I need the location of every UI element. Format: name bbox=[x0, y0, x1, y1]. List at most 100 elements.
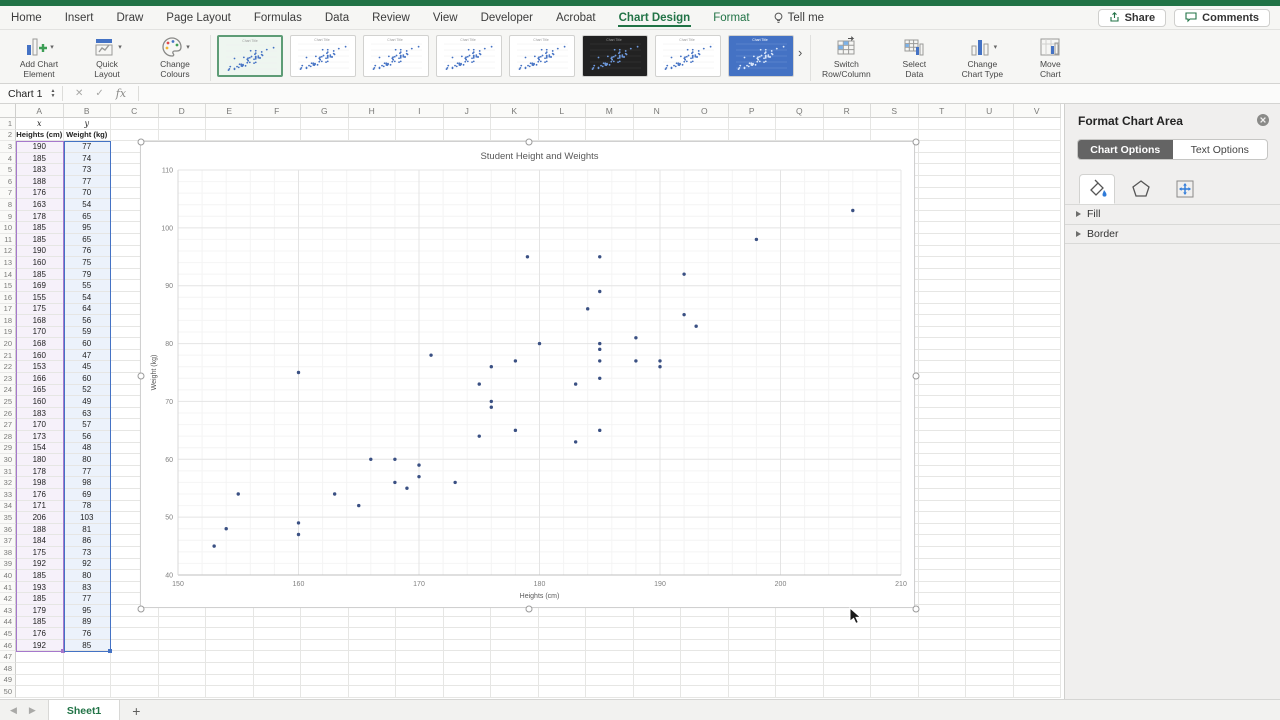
cell-V3[interactable] bbox=[1013, 141, 1061, 153]
cell-V31[interactable] bbox=[1013, 465, 1061, 478]
chart-style-2[interactable]: Chart Title bbox=[290, 35, 356, 77]
row-header-9[interactable]: 9 bbox=[0, 210, 16, 223]
cell-P47[interactable] bbox=[728, 651, 776, 663]
cell-T16[interactable] bbox=[918, 291, 966, 304]
row-header-16[interactable]: 16 bbox=[0, 291, 16, 304]
cell-V29[interactable] bbox=[1013, 442, 1061, 455]
data-point[interactable] bbox=[417, 474, 421, 479]
cell-U37[interactable] bbox=[966, 535, 1014, 547]
move-chart-button[interactable]: Move Chart bbox=[1021, 33, 1079, 80]
cell-B12[interactable]: 76 bbox=[63, 245, 111, 258]
data-point[interactable] bbox=[851, 208, 855, 213]
cell-U42[interactable] bbox=[966, 593, 1014, 605]
column-header-A[interactable]: A bbox=[16, 104, 64, 118]
cell-A7[interactable]: 176 bbox=[16, 187, 64, 200]
cell-B13[interactable]: 75 bbox=[63, 257, 111, 269]
cell-J49[interactable] bbox=[443, 674, 491, 687]
cell-Q50[interactable] bbox=[776, 686, 824, 698]
data-point[interactable] bbox=[598, 359, 602, 363]
data-point[interactable] bbox=[598, 428, 602, 433]
section-border[interactable]: Border bbox=[1065, 225, 1280, 244]
cell-R1[interactable] bbox=[823, 118, 871, 130]
cell-V35[interactable] bbox=[1013, 512, 1061, 524]
chart-style-1-selected[interactable]: Chart Title bbox=[217, 35, 283, 77]
cell-L47[interactable] bbox=[538, 651, 586, 663]
cell-C50[interactable] bbox=[111, 686, 159, 698]
cell-A31[interactable]: 178 bbox=[16, 465, 64, 478]
row-header-33[interactable]: 33 bbox=[0, 489, 16, 501]
column-header-J[interactable]: J bbox=[443, 104, 491, 118]
cell-T19[interactable] bbox=[918, 326, 966, 339]
cell-A39[interactable]: 192 bbox=[16, 558, 64, 571]
cell-F49[interactable] bbox=[253, 674, 301, 687]
cell-S47[interactable] bbox=[871, 651, 919, 663]
row-header-8[interactable]: 8 bbox=[0, 199, 16, 211]
cell-U6[interactable] bbox=[966, 175, 1014, 188]
row-header-24[interactable]: 24 bbox=[0, 384, 16, 397]
cell-U23[interactable] bbox=[966, 373, 1014, 385]
cell-P48[interactable] bbox=[728, 662, 776, 675]
cell-A29[interactable]: 154 bbox=[16, 442, 64, 455]
cancel-icon[interactable]: ✕ bbox=[75, 88, 83, 99]
row-header-40[interactable]: 40 bbox=[0, 570, 16, 582]
cell-B41[interactable]: 83 bbox=[63, 581, 111, 594]
cell-T46[interactable] bbox=[918, 639, 966, 652]
cell-B18[interactable]: 56 bbox=[63, 315, 111, 327]
cell-B46[interactable]: 85 bbox=[63, 639, 111, 652]
cell-Q48[interactable] bbox=[776, 662, 824, 675]
cell-B23[interactable]: 60 bbox=[63, 373, 111, 385]
cell-G2[interactable] bbox=[301, 129, 349, 142]
cell-V23[interactable] bbox=[1013, 373, 1061, 385]
cell-V9[interactable] bbox=[1013, 210, 1061, 223]
cell-M1[interactable] bbox=[586, 118, 634, 130]
cell-U50[interactable] bbox=[966, 686, 1014, 698]
cell-T25[interactable] bbox=[918, 396, 966, 408]
formula-input[interactable] bbox=[139, 84, 1280, 103]
cell-T49[interactable] bbox=[918, 674, 966, 687]
row-header-4[interactable]: 4 bbox=[0, 152, 16, 165]
cell-K46[interactable] bbox=[491, 639, 539, 652]
cell-P44[interactable] bbox=[728, 616, 776, 629]
quick-layout-button[interactable]: ▾ Quick Layout bbox=[78, 33, 136, 80]
cell-A10[interactable]: 185 bbox=[16, 222, 64, 234]
data-point[interactable] bbox=[537, 341, 542, 346]
cell-S46[interactable] bbox=[871, 639, 919, 652]
cell-V45[interactable] bbox=[1013, 628, 1061, 640]
cell-E45[interactable] bbox=[206, 628, 254, 640]
cell-B3[interactable]: 77 bbox=[63, 141, 111, 153]
cell-V22[interactable] bbox=[1013, 361, 1061, 374]
cell-A47[interactable] bbox=[16, 651, 64, 663]
column-header-E[interactable]: E bbox=[206, 104, 254, 118]
cell-B36[interactable]: 81 bbox=[63, 523, 111, 536]
cell-V7[interactable] bbox=[1013, 187, 1061, 200]
cell-V1[interactable] bbox=[1013, 118, 1061, 130]
data-point[interactable] bbox=[513, 428, 518, 433]
cell-D44[interactable] bbox=[158, 616, 206, 629]
cell-T8[interactable] bbox=[918, 199, 966, 211]
row-header-7[interactable]: 7 bbox=[0, 187, 16, 200]
cell-U36[interactable] bbox=[966, 523, 1014, 536]
cell-U40[interactable] bbox=[966, 570, 1014, 582]
data-point[interactable] bbox=[634, 359, 638, 363]
row-header-42[interactable]: 42 bbox=[0, 593, 16, 605]
data-point[interactable] bbox=[513, 359, 518, 363]
data-point[interactable] bbox=[236, 492, 240, 496]
cell-A22[interactable]: 153 bbox=[16, 361, 64, 374]
menu-tab-page-layout[interactable]: Page Layout bbox=[165, 8, 232, 27]
cell-B29[interactable]: 48 bbox=[63, 442, 111, 455]
cell-T28[interactable] bbox=[918, 431, 966, 443]
cell-B20[interactable]: 60 bbox=[63, 338, 111, 350]
row-header-50[interactable]: 50 bbox=[0, 686, 16, 698]
cell-U4[interactable] bbox=[966, 152, 1014, 165]
column-header-U[interactable]: U bbox=[966, 104, 1014, 118]
cell-T35[interactable] bbox=[918, 512, 966, 524]
chart-selection-handle[interactable] bbox=[137, 372, 145, 379]
cell-T37[interactable] bbox=[918, 535, 966, 547]
cell-I49[interactable] bbox=[396, 674, 444, 687]
row-header-47[interactable]: 47 bbox=[0, 651, 16, 663]
cell-L45[interactable] bbox=[538, 628, 586, 640]
cell-P1[interactable] bbox=[728, 118, 776, 130]
cell-D1[interactable] bbox=[158, 118, 206, 130]
cell-J48[interactable] bbox=[443, 662, 491, 675]
column-header-R[interactable]: R bbox=[823, 104, 871, 118]
